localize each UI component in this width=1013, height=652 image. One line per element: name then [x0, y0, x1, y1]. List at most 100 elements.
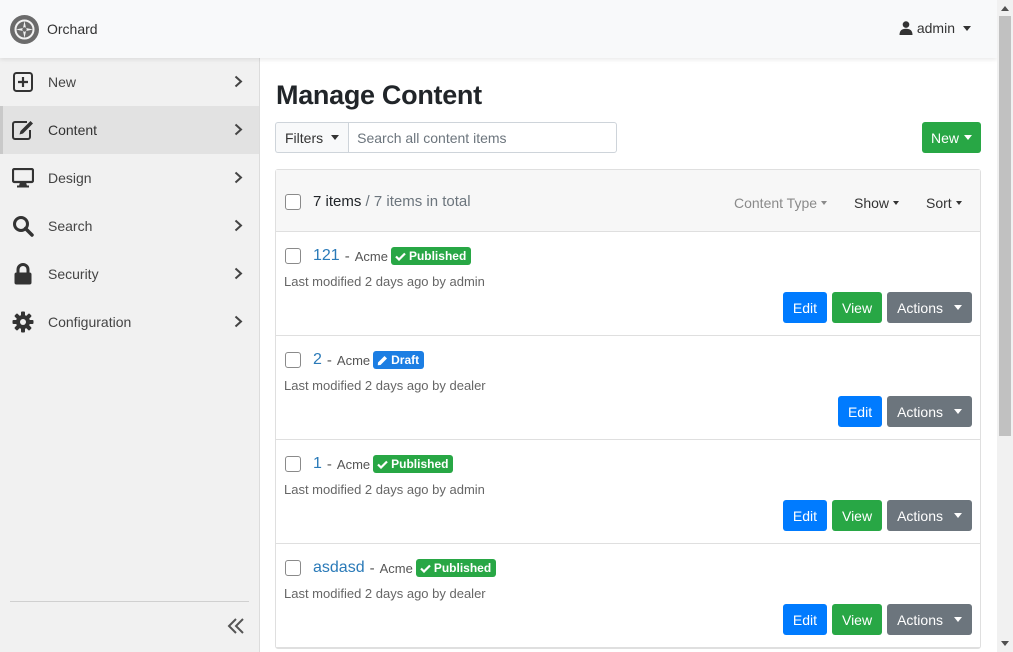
item-meta: Last modified 2 days ago by dealer	[284, 586, 486, 601]
item-owner: Acme	[379, 560, 413, 576]
sidebar-item-design[interactable]: Design	[0, 154, 259, 202]
actions-label: Actions	[897, 507, 943, 524]
item-checkbox[interactable]	[285, 248, 301, 264]
item-checkbox[interactable]	[285, 456, 301, 472]
search-icon	[12, 215, 34, 237]
sidebar-item-search[interactable]: Search	[0, 202, 259, 250]
monitor-icon	[12, 167, 34, 189]
page-title: Manage Content	[276, 80, 482, 110]
list-header: 7 items / 7 items in total Content Type …	[276, 170, 980, 232]
sidebar: New Content Design Search Security Confi…	[0, 58, 260, 652]
new-content-button[interactable]: New	[921, 122, 981, 153]
content-type-filter[interactable]: Content Type	[734, 195, 828, 211]
pencil-icon	[377, 355, 388, 365]
status-label: Published	[391, 457, 449, 471]
chevron-right-icon	[234, 315, 243, 331]
items-count-number: 7 items	[313, 193, 362, 210]
item-separator: -	[326, 455, 332, 473]
item-title-link[interactable]: 1	[313, 455, 322, 473]
sidebar-divider	[10, 601, 249, 602]
item-actions: Edit View Actions	[782, 292, 972, 323]
sidebar-item-configuration[interactable]: Configuration	[0, 298, 259, 346]
main-content: Manage Content Filters New 7 items / 7 i…	[260, 58, 997, 652]
chevron-right-icon	[234, 75, 243, 91]
scroll-up-arrow-icon[interactable]	[1001, 6, 1009, 11]
actions-label: Actions	[897, 299, 943, 316]
show-filter[interactable]: Show	[854, 195, 900, 211]
check-icon	[420, 564, 431, 573]
actions-button[interactable]: Actions	[887, 604, 972, 635]
show-label: Show	[854, 195, 890, 211]
item-title-link[interactable]: 121	[313, 247, 340, 265]
edit-button[interactable]: Edit	[782, 292, 827, 323]
item-heading: asdasd - Acme Published	[313, 559, 497, 577]
view-button[interactable]: View	[831, 500, 883, 531]
chevron-down-icon	[954, 409, 962, 414]
edit-button[interactable]: Edit	[782, 604, 827, 635]
collapse-sidebar-icon[interactable]	[227, 617, 245, 638]
list-item: asdasd - Acme Published Last modified 2 …	[276, 544, 980, 648]
chevron-down-icon	[964, 135, 972, 140]
scroll-down-arrow-icon[interactable]	[1001, 641, 1009, 646]
sidebar-item-new[interactable]: New	[0, 58, 259, 106]
status-label: Published	[408, 249, 467, 263]
item-actions: Edit Actions	[837, 396, 972, 427]
view-button[interactable]: View	[831, 604, 883, 635]
actions-button[interactable]: Actions	[887, 396, 972, 427]
brand[interactable]: Orchard	[10, 14, 98, 44]
chevron-right-icon	[234, 267, 243, 283]
sort-label: Sort	[926, 195, 952, 211]
sidebar-item-label: Search	[48, 218, 93, 234]
item-heading: 2 - Acme Draft	[313, 351, 425, 369]
sidebar-item-label: New	[48, 74, 77, 90]
check-icon	[395, 252, 406, 261]
actions-button[interactable]: Actions	[887, 500, 972, 531]
sidebar-item-security[interactable]: Security	[0, 250, 259, 298]
actions-button[interactable]: Actions	[887, 292, 972, 323]
item-meta: Last modified 2 days ago by admin	[284, 274, 485, 289]
search-input[interactable]	[348, 122, 618, 153]
page-scrollbar[interactable]	[997, 0, 1013, 652]
edit-button[interactable]: Edit	[837, 396, 883, 427]
top-navbar: Orchard admin	[0, 0, 997, 58]
item-owner: Acme	[336, 352, 371, 368]
item-meta: Last modified 2 days ago by dealer	[284, 378, 486, 393]
chevron-down-icon	[954, 513, 962, 518]
chevron-right-icon	[234, 219, 243, 235]
item-actions: Edit View Actions	[782, 500, 972, 531]
sort-filter[interactable]: Sort	[926, 195, 962, 211]
filters-label: Filters	[285, 129, 324, 146]
new-label: New	[930, 129, 959, 146]
items-count: 7 items / 7 items in total	[313, 193, 471, 210]
user-name: admin	[916, 20, 955, 36]
list-item: 121 - Acme Published Last modified 2 day…	[276, 232, 980, 336]
content-list: 7 items / 7 items in total Content Type …	[275, 169, 981, 649]
sidebar-item-label: Security	[48, 266, 99, 282]
sidebar-item-content[interactable]: Content	[0, 106, 259, 154]
edit-icon	[12, 119, 34, 141]
item-title-link[interactable]: 2	[313, 351, 322, 369]
check-icon	[377, 460, 388, 469]
item-separator: -	[344, 247, 350, 265]
chevron-down-icon	[955, 201, 962, 205]
item-checkbox[interactable]	[285, 352, 301, 368]
filters-button[interactable]: Filters	[275, 122, 349, 153]
status-badge: Published	[415, 559, 497, 577]
item-checkbox[interactable]	[285, 560, 301, 576]
user-menu[interactable]: admin	[899, 20, 971, 36]
content-type-label: Content Type	[734, 195, 818, 211]
lock-icon	[12, 263, 34, 285]
search-group: Filters	[275, 122, 618, 153]
item-separator: -	[369, 559, 375, 577]
select-all-checkbox[interactable]	[285, 194, 301, 210]
item-separator: -	[326, 351, 332, 369]
item-title-link[interactable]: asdasd	[313, 559, 365, 577]
item-heading: 1 - Acme Published	[313, 455, 454, 473]
edit-button[interactable]: Edit	[782, 500, 827, 531]
view-button[interactable]: View	[831, 292, 883, 323]
scroll-thumb[interactable]	[999, 16, 1011, 436]
chevron-down-icon	[954, 305, 962, 310]
list-item: 1 - Acme Published Last modified 2 days …	[276, 440, 980, 544]
actions-label: Actions	[897, 403, 943, 420]
plus-square-icon	[12, 71, 34, 93]
